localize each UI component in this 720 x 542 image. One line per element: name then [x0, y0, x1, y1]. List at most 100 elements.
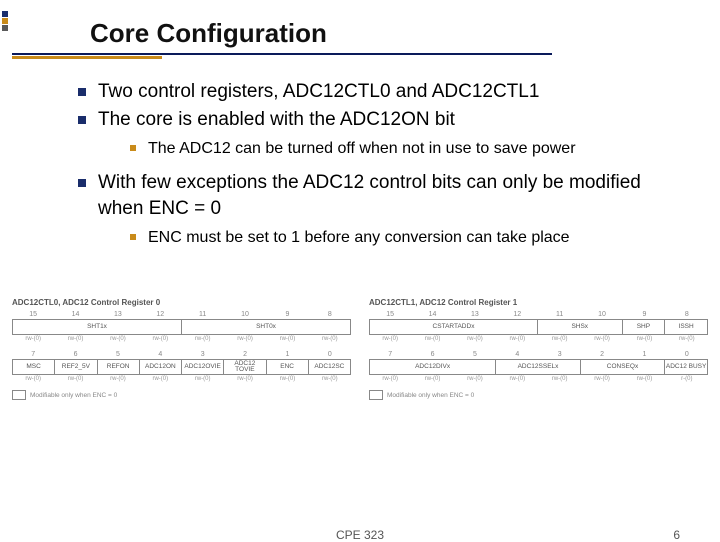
rw-label: rw-(0): [411, 375, 453, 382]
bit-number: 11: [539, 310, 581, 319]
reg1-legend-text: Modifiable only when ENC = 0: [387, 392, 474, 399]
rw-label: rw-(0): [309, 375, 351, 382]
bullet-3a: ENC must be set to 1 before any conversi…: [128, 227, 674, 249]
rw-label: rw-(0): [496, 335, 538, 342]
rw-label: rw-(0): [539, 335, 581, 342]
field-cell: SHP: [623, 320, 666, 334]
page-title: Core Configuration: [90, 18, 720, 49]
rw-label: rw-(0): [54, 335, 96, 342]
bullet-3: With few exceptions the ADC12 control bi…: [76, 170, 674, 249]
rw-label: rw-(0): [266, 375, 308, 382]
reg1-lo-bits: 76543210: [369, 350, 708, 359]
reg1-legend: Modifiable only when ENC = 0: [369, 390, 708, 400]
rw-label: rw-(0): [369, 375, 411, 382]
bit-number: 12: [139, 310, 181, 319]
field-cell: ADC12OVIE: [182, 360, 224, 374]
bullet-3-text: With few exceptions the ADC12 control bi…: [98, 172, 641, 219]
rw-label: rw-(0): [97, 335, 139, 342]
rw-label: rw-(0): [12, 375, 54, 382]
bit-number: 9: [266, 310, 308, 319]
reg0-title: ADC12CTL0, ADC12 Control Register 0: [12, 298, 351, 307]
bit-number: 1: [266, 350, 308, 359]
field-cell: ADC12 TOVIE: [224, 360, 266, 374]
field-cell: ADC12 BUSY: [665, 360, 707, 374]
bit-number: 10: [581, 310, 623, 319]
bit-number: 2: [581, 350, 623, 359]
field-cell: ADC12ON: [140, 360, 182, 374]
reg1-low: 76543210 ADC12DIVxADC12SSELxCONSEQxADC12…: [369, 350, 708, 382]
field-cell: ADC12DIVx: [370, 360, 496, 374]
rw-label: rw-(0): [12, 335, 54, 342]
rw-label: rw-(0): [411, 335, 453, 342]
bit-number: 14: [54, 310, 96, 319]
bit-number: 5: [97, 350, 139, 359]
bullet-2-text: The core is enabled with the ADC12ON bit: [98, 109, 455, 130]
rw-label: rw-(0): [623, 335, 665, 342]
rw-label: rw-(0): [182, 335, 224, 342]
rw-label: rw-(0): [139, 375, 181, 382]
rw-label: rw-(0): [454, 335, 496, 342]
bit-number: 0: [309, 350, 351, 359]
field-cell: ISSH: [665, 320, 707, 334]
rw-label: rw-(0): [266, 335, 308, 342]
register-ctl0: ADC12CTL0, ADC12 Control Register 0 1514…: [12, 298, 351, 500]
reg0-legend-text: Modifiable only when ENC = 0: [30, 392, 117, 399]
bit-number: 7: [369, 350, 411, 359]
reg0-hi-fields: SHT1xSHT0x: [12, 319, 351, 335]
bullet-2a: The ADC12 can be turned off when not in …: [128, 138, 674, 160]
field-cell: SHSx: [538, 320, 623, 334]
reg1-title: ADC12CTL1, ADC12 Control Register 1: [369, 298, 708, 307]
rw-label: rw-(0): [97, 375, 139, 382]
field-cell: CONSEQx: [581, 360, 666, 374]
reg0-lo-rw: rw-(0)rw-(0)rw-(0)rw-(0)rw-(0)rw-(0)rw-(…: [12, 375, 351, 382]
reg0-lo-bits: 76543210: [12, 350, 351, 359]
reg1-hi-rw: rw-(0)rw-(0)rw-(0)rw-(0)rw-(0)rw-(0)rw-(…: [369, 335, 708, 342]
rw-label: rw-(0): [581, 335, 623, 342]
bit-number: 6: [411, 350, 453, 359]
register-ctl1: ADC12CTL1, ADC12 Control Register 1 1514…: [369, 298, 708, 500]
bullet-list: Two control registers, ADC12CTL0 and ADC…: [76, 79, 674, 249]
reg1-lo-rw: rw-(0)rw-(0)rw-(0)rw-(0)rw-(0)rw-(0)rw-(…: [369, 375, 708, 382]
bit-number: 1: [623, 350, 665, 359]
reg0-lo-fields: MSCREF2_5VREFONADC12ONADC12OVIEADC12 TOV…: [12, 359, 351, 375]
register-diagrams: ADC12CTL0, ADC12 Control Register 0 1514…: [12, 298, 708, 500]
bit-number: 11: [182, 310, 224, 319]
field-cell: REFON: [98, 360, 140, 374]
bit-number: 15: [12, 310, 54, 319]
reg1-lo-fields: ADC12DIVxADC12SSELxCONSEQxADC12 BUSY: [369, 359, 708, 375]
title-underline: [12, 53, 552, 55]
bit-number: 13: [97, 310, 139, 319]
field-cell: ENC: [267, 360, 309, 374]
field-cell: MSC: [13, 360, 55, 374]
bit-number: 10: [224, 310, 266, 319]
rw-label: rw-(0): [139, 335, 181, 342]
rw-label: rw-(0): [369, 335, 411, 342]
field-cell: ADC12SC: [309, 360, 350, 374]
bullet-1: Two control registers, ADC12CTL0 and ADC…: [76, 79, 674, 105]
rw-label: rw-(0): [623, 375, 665, 382]
bit-number: 0: [666, 350, 708, 359]
rw-label: rw-(0): [309, 335, 351, 342]
rw-label: r-(0): [666, 375, 708, 382]
legend-box-icon: [12, 390, 26, 400]
rw-label: rw-(0): [224, 375, 266, 382]
rw-label: rw-(0): [54, 375, 96, 382]
bit-number: 6: [54, 350, 96, 359]
bit-number: 14: [411, 310, 453, 319]
bit-number: 12: [496, 310, 538, 319]
rw-label: rw-(0): [454, 375, 496, 382]
field-cell: REF2_5V: [55, 360, 97, 374]
field-cell: SHT0x: [182, 320, 350, 334]
reg0-high: 15141312111098 SHT1xSHT0x rw-(0)rw-(0)rw…: [12, 310, 351, 342]
bit-number: 4: [139, 350, 181, 359]
rw-label: rw-(0): [581, 375, 623, 382]
bullet-2: The core is enabled with the ADC12ON bit…: [76, 107, 674, 160]
bit-number: 3: [182, 350, 224, 359]
title-underline-accent: [12, 56, 162, 59]
bit-number: 8: [309, 310, 351, 319]
reg0-hi-bits: 15141312111098: [12, 310, 351, 319]
content-area: Two control registers, ADC12CTL0 and ADC…: [76, 79, 674, 249]
reg1-hi-fields: CSTARTADDxSHSxSHPISSH: [369, 319, 708, 335]
rw-label: rw-(0): [539, 375, 581, 382]
rw-label: rw-(0): [182, 375, 224, 382]
